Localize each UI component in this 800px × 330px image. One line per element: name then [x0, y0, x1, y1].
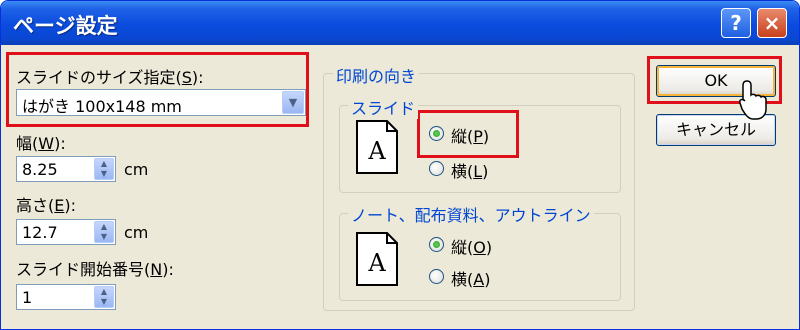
- notes-landscape-radio[interactable]: [429, 269, 444, 284]
- width-input[interactable]: 8.25 ▲ ▼: [16, 156, 116, 182]
- notes-group-label: ノート、配布資料、アウトライン: [348, 202, 594, 226]
- notes-portrait-label[interactable]: 縦(O): [451, 234, 492, 258]
- slide-size-select[interactable]: はがき 100x148 mm ▼: [16, 89, 306, 116]
- width-unit: cm: [124, 160, 149, 179]
- slide-size-value: はがき 100x148 mm: [22, 97, 182, 116]
- svg-text:A: A: [367, 137, 386, 165]
- page-setup-dialog: ページ設定 ? × スライドのサイズ指定(S): はがき 100x148 mm …: [0, 0, 800, 330]
- close-button[interactable]: ×: [757, 8, 787, 38]
- slide-size-label: スライドのサイズ指定(S):: [16, 68, 204, 87]
- help-button[interactable]: ?: [721, 8, 751, 38]
- height-input[interactable]: 12.7 ▲ ▼: [16, 219, 116, 245]
- notes-portrait-radio[interactable]: [429, 237, 444, 252]
- start-number-label: スライド開始番号(N):: [16, 260, 174, 279]
- slide-landscape-label[interactable]: 横(L): [451, 158, 488, 182]
- start-number-value: 1: [22, 288, 33, 307]
- width-value: 8.25: [22, 160, 58, 179]
- slide-group-label: スライド: [348, 95, 419, 119]
- mouse-pointer-icon: [739, 80, 767, 120]
- slide-portrait-label[interactable]: 縦(P): [451, 123, 489, 147]
- close-icon: ×: [763, 11, 781, 35]
- spin-arrows-icon[interactable]: ▲ ▼: [94, 286, 114, 308]
- height-unit: cm: [124, 223, 149, 242]
- chevron-down-icon[interactable]: ▼: [282, 91, 304, 114]
- dialog-title: ページ設定: [13, 14, 118, 38]
- portrait-page-icon: A: [356, 120, 398, 174]
- slide-landscape-radio[interactable]: [429, 161, 444, 176]
- height-label: 高さ(E):: [16, 196, 76, 215]
- spin-arrows-icon[interactable]: ▲ ▼: [94, 158, 114, 180]
- orientation-group-label: 印刷の向き: [333, 63, 420, 87]
- title-bar[interactable]: ページ設定 ? ×: [1, 1, 799, 45]
- slide-portrait-radio[interactable]: [429, 126, 444, 141]
- height-value: 12.7: [22, 223, 58, 242]
- spin-arrows-icon[interactable]: ▲ ▼: [94, 221, 114, 243]
- start-number-input[interactable]: 1 ▲ ▼: [16, 284, 116, 310]
- svg-text:A: A: [367, 249, 386, 277]
- width-label: 幅(W):: [16, 134, 66, 153]
- portrait-page-icon: A: [356, 232, 398, 286]
- help-icon: ?: [730, 11, 742, 35]
- notes-landscape-label[interactable]: 横(A): [451, 266, 490, 290]
